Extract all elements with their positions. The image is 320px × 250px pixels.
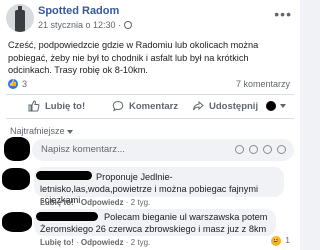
comment-like-link[interactable]: Lubię to! (40, 198, 74, 207)
comment-button-label: Komentarz (129, 100, 179, 112)
reaction-count[interactable]: 3 (22, 79, 27, 89)
comment-icon (112, 100, 124, 112)
comment-age[interactable]: 2 tyg. (131, 238, 151, 247)
emoji-icon[interactable] (235, 145, 244, 154)
post-text: Cześć, podpowiedzcie gdzie w Radomiu lub… (8, 40, 259, 75)
comment-reply-link[interactable]: Odpowiedz (81, 198, 124, 207)
comment-reaction-count[interactable]: 1 (285, 235, 290, 245)
comment-input-placeholder: Napisz komentarz... (41, 144, 125, 155)
share-button-label: Udostępnij (209, 100, 259, 112)
gif-icon[interactable] (263, 145, 272, 154)
sort-label-text: Najtrafniejsze (10, 126, 65, 136)
page-name[interactable]: Spotted Radom (38, 5, 119, 17)
comment-actions: Lubię to! · Odpowiedz · 2 tyg. (40, 238, 151, 247)
share-icon (193, 100, 204, 111)
comment-button[interactable]: Komentarz (112, 97, 178, 115)
share-button[interactable]: Udostępnij (192, 97, 258, 115)
like-reaction-icon[interactable]: 👍 (8, 79, 18, 89)
haha-reaction-icon[interactable]: 😆 (271, 236, 281, 246)
chevron-down-icon[interactable] (280, 104, 286, 108)
divider (6, 118, 294, 119)
profile-selector-avatar[interactable] (266, 101, 276, 111)
redacted-avatar (2, 168, 30, 190)
comment-like-link[interactable]: Lubię to! (40, 238, 74, 247)
post-timestamp[interactable]: 21 stycznia o 12:30 · (38, 20, 133, 30)
globe-icon (124, 21, 133, 29)
input-icons (235, 145, 286, 154)
comment-reply-link[interactable]: Odpowiedz (81, 238, 124, 247)
comment-count[interactable]: 7 komentarzy (236, 79, 290, 89)
caret-down-icon (66, 129, 73, 134)
comment-actions: Lubię to! · Odpowiedz · 2 tyg. (40, 198, 151, 207)
more-options-icon[interactable]: ••• (274, 6, 292, 22)
tower-spire (18, 6, 22, 12)
thumbs-up-icon (28, 100, 40, 112)
redacted-avatar (4, 137, 30, 161)
tower-image (15, 10, 25, 32)
comment-input[interactable]: Napisz komentarz... (32, 139, 294, 161)
comment-age[interactable]: 2 tyg. (131, 198, 151, 207)
post-card: Spotted Radom 21 stycznia o 12:30 · ••• … (0, 0, 300, 250)
post-time-text: 21 stycznia o 12:30 · (38, 20, 122, 30)
page-avatar[interactable] (6, 4, 34, 32)
like-button[interactable]: Lubię to! (28, 97, 85, 115)
sticker-icon[interactable] (277, 145, 286, 154)
comment-text: Polecam bieganie ul warszawska potem Żer… (40, 212, 268, 234)
divider (6, 94, 294, 95)
redacted-avatar (2, 212, 32, 232)
like-button-label: Lubię to! (45, 100, 86, 112)
comment-sort-selector[interactable]: Najtrafniejsze (10, 126, 73, 136)
camera-icon[interactable] (249, 145, 258, 154)
